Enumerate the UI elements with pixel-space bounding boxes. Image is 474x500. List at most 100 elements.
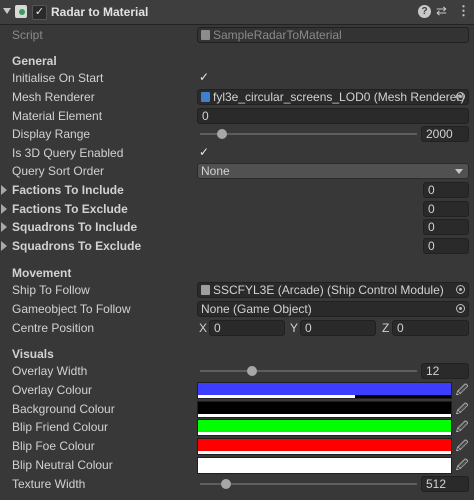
overlay-width-row: Overlay Width 12 bbox=[0, 362, 474, 380]
overlay-colour-swatch[interactable] bbox=[197, 382, 452, 399]
gameobject-to-follow-row: Gameobject To Follow None (Game Object) bbox=[0, 300, 474, 318]
query-sort-order-dropdown[interactable]: None bbox=[197, 163, 469, 179]
blip-foe-colour-label: Blip Foe Colour bbox=[12, 439, 95, 453]
display-range-slider-thumb[interactable] bbox=[216, 129, 227, 139]
component-header: ✓ Radar to Material ? ⇄ ⋮ bbox=[0, 0, 474, 25]
blip-friend-colour-swatch[interactable] bbox=[197, 419, 452, 436]
squadrons-exclude-label[interactable]: Squadrons To Exclude bbox=[12, 238, 141, 254]
overlay-width-slider-track[interactable] bbox=[200, 370, 417, 372]
blip-neutral-colour-swatch[interactable] bbox=[197, 457, 452, 474]
query-sort-order-value: None bbox=[201, 164, 230, 178]
mesh-renderer-row: Mesh Renderer fyl3e_circular_screens_LOD… bbox=[0, 88, 474, 106]
overlay-colour-alpha-rest bbox=[355, 395, 451, 398]
mesh-renderer-icon bbox=[201, 92, 210, 102]
display-range-label: Display Range bbox=[12, 127, 91, 141]
centre-position-row: Centre Position X 0 Y 0 Z 0 bbox=[0, 319, 474, 337]
squadrons-include-row[interactable]: Squadrons To Include 0 bbox=[0, 218, 474, 236]
foldout-arrow-icon[interactable] bbox=[1, 222, 7, 232]
background-colour-row: Background Colour 🖉 bbox=[0, 400, 474, 418]
foldout-arrow-icon[interactable] bbox=[1, 185, 7, 195]
help-icon[interactable]: ? bbox=[418, 5, 431, 18]
factions-exclude-row[interactable]: Factions To Exclude 0 bbox=[0, 200, 474, 218]
centre-position-x-label[interactable]: X bbox=[199, 320, 207, 336]
foldout-arrow-icon[interactable] bbox=[3, 8, 11, 14]
texture-width-slider-track[interactable] bbox=[200, 483, 417, 485]
mesh-renderer-field[interactable]: fyl3e_circular_screens_LOD0 (Mesh Render… bbox=[197, 89, 469, 105]
display-range-row: Display Range 2000 bbox=[0, 125, 474, 143]
eyedropper-icon[interactable]: 🖉 bbox=[455, 458, 469, 472]
gameobject-to-follow-label: Gameobject To Follow bbox=[12, 302, 131, 316]
query-sort-order-label: Query Sort Order bbox=[12, 164, 105, 178]
eyedropper-icon[interactable]: 🖉 bbox=[455, 420, 469, 434]
factions-include-count[interactable]: 0 bbox=[423, 182, 469, 198]
blip-foe-colour-swatch[interactable] bbox=[197, 438, 452, 455]
centre-position-y-label[interactable]: Y bbox=[290, 320, 298, 336]
script-field: SampleRadarToMaterial bbox=[197, 27, 469, 43]
factions-include-row[interactable]: Factions To Include 0 bbox=[0, 181, 474, 199]
overlay-width-label: Overlay Width bbox=[12, 364, 88, 378]
material-element-row: Material Element 0 bbox=[0, 107, 474, 125]
factions-include-label[interactable]: Factions To Include bbox=[12, 182, 124, 198]
component-title: Radar to Material bbox=[51, 5, 149, 19]
ship-to-follow-value: SSCFYL3E (Arcade) (Ship Control Module) bbox=[213, 283, 444, 297]
mesh-renderer-label: Mesh Renderer bbox=[12, 90, 95, 104]
ship-control-module-icon bbox=[201, 285, 210, 295]
texture-width-input[interactable]: 512 bbox=[421, 476, 469, 492]
movement-header: Movement bbox=[12, 266, 72, 280]
context-menu-icon[interactable]: ⋮ bbox=[457, 3, 470, 19]
visuals-header: Visuals bbox=[12, 347, 54, 361]
factions-exclude-label[interactable]: Factions To Exclude bbox=[12, 201, 128, 217]
script-label: Script bbox=[12, 28, 43, 42]
general-header: General bbox=[12, 54, 57, 68]
factions-exclude-count[interactable]: 0 bbox=[423, 201, 469, 217]
material-element-label: Material Element bbox=[12, 109, 103, 123]
script-value: SampleRadarToMaterial bbox=[213, 28, 342, 42]
script-component-icon-mark bbox=[19, 9, 25, 15]
squadrons-include-count[interactable]: 0 bbox=[423, 219, 469, 235]
object-picker-icon[interactable] bbox=[456, 285, 465, 294]
blip-friend-colour-row: Blip Friend Colour 🖉 bbox=[0, 418, 474, 436]
initialise-on-start-label: Initialise On Start bbox=[12, 71, 104, 85]
object-picker-icon[interactable] bbox=[456, 304, 465, 313]
centre-position-y-input[interactable]: 0 bbox=[300, 320, 376, 336]
blip-neutral-colour-label: Blip Neutral Colour bbox=[12, 458, 113, 472]
overlay-width-slider-thumb[interactable] bbox=[247, 366, 258, 376]
squadrons-exclude-count[interactable]: 0 bbox=[423, 238, 469, 254]
material-element-input[interactable]: 0 bbox=[197, 108, 469, 124]
display-range-input[interactable]: 2000 bbox=[421, 126, 469, 142]
cs-script-icon bbox=[201, 30, 210, 40]
squadrons-include-label[interactable]: Squadrons To Include bbox=[12, 219, 137, 235]
gameobject-to-follow-field[interactable]: None (Game Object) bbox=[197, 301, 469, 317]
is-3d-query-checkbox[interactable]: ✓ bbox=[197, 145, 211, 159]
preset-settings-icon[interactable]: ⇄ bbox=[436, 3, 447, 19]
centre-position-label: Centre Position bbox=[12, 321, 95, 335]
mesh-renderer-value: fyl3e_circular_screens_LOD0 (Mesh Render… bbox=[213, 90, 465, 104]
overlay-colour-row: Overlay Colour 🖉 bbox=[0, 381, 474, 399]
centre-position-x-input[interactable]: 0 bbox=[209, 320, 285, 336]
foldout-arrow-icon[interactable] bbox=[1, 204, 7, 214]
background-colour-swatch[interactable] bbox=[197, 401, 452, 418]
eyedropper-icon[interactable]: 🖉 bbox=[455, 439, 469, 453]
query-sort-order-row: Query Sort Order None bbox=[0, 162, 474, 180]
initialise-on-start-checkbox[interactable]: ✓ bbox=[197, 70, 211, 84]
enabled-checkbox[interactable]: ✓ bbox=[32, 5, 47, 20]
gameobject-to-follow-value: None (Game Object) bbox=[201, 302, 312, 316]
ship-to-follow-field[interactable]: SSCFYL3E (Arcade) (Ship Control Module) bbox=[197, 282, 469, 298]
background-colour-label: Background Colour bbox=[12, 402, 115, 416]
ship-to-follow-row: Ship To Follow SSCFYL3E (Arcade) (Ship C… bbox=[0, 281, 474, 299]
blip-foe-colour-row: Blip Foe Colour 🖉 bbox=[0, 437, 474, 455]
eyedropper-icon[interactable]: 🖉 bbox=[455, 383, 469, 397]
squadrons-exclude-row[interactable]: Squadrons To Exclude 0 bbox=[0, 237, 474, 255]
blip-neutral-colour-alpha-bar bbox=[198, 470, 451, 473]
centre-position-z-label[interactable]: Z bbox=[382, 320, 389, 336]
texture-width-label: Texture Width bbox=[12, 477, 86, 491]
centre-position-z-input[interactable]: 0 bbox=[392, 320, 469, 336]
ship-to-follow-label: Ship To Follow bbox=[12, 283, 90, 297]
is-3d-query-row: Is 3D Query Enabled ✓ bbox=[0, 144, 474, 162]
overlay-width-input[interactable]: 12 bbox=[421, 363, 469, 379]
foldout-arrow-icon[interactable] bbox=[1, 241, 7, 251]
texture-width-slider-thumb[interactable] bbox=[221, 479, 232, 489]
eyedropper-icon[interactable]: 🖉 bbox=[455, 402, 469, 416]
display-range-slider-track[interactable] bbox=[200, 133, 417, 135]
object-picker-icon[interactable] bbox=[456, 92, 465, 101]
